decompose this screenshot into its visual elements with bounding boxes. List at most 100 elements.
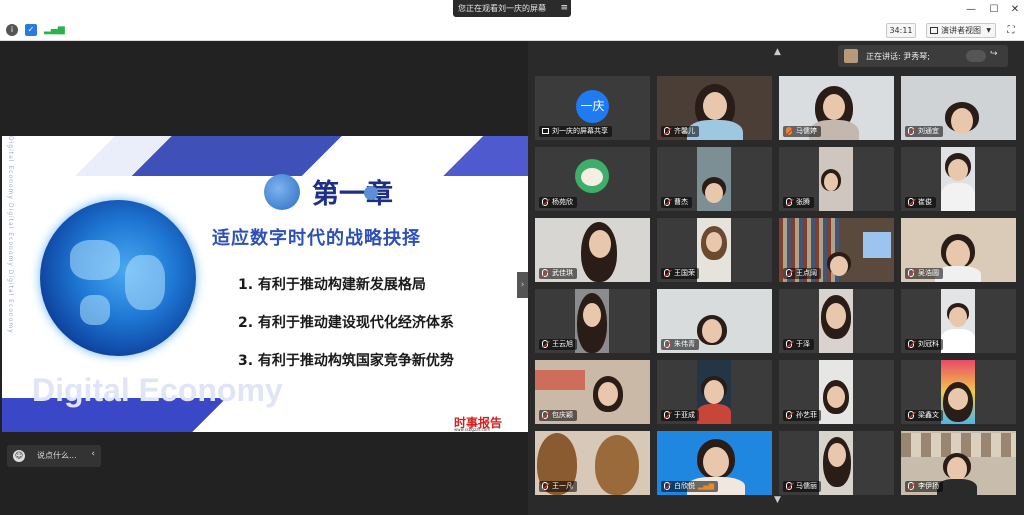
slide-subtitle: 适应数字时代的战略抉择 [212, 228, 421, 249]
mic-muted-icon [786, 411, 792, 419]
mic-muted-icon [542, 269, 548, 277]
participant-name: 武佳琪 [552, 269, 573, 277]
participant-name: 刘一庆的屏幕共享 [552, 127, 608, 135]
shared-slide: Digital Economy Digital Economy Digital … [2, 136, 528, 432]
participant-name: 梁鑫文 [918, 411, 939, 419]
mic-muted-icon [542, 411, 548, 419]
participant-name: 刘通宜 [918, 127, 939, 135]
slide-side-text: Digital Economy Digital Economy Digital … [7, 136, 14, 334]
participant-name: 马儒丽 [796, 482, 817, 490]
meeting-toolbar: i ✓ ▂▄▆ 34:11 演讲者视图 ▼ ⛶ [0, 20, 1024, 41]
screen-share-banner[interactable]: 您正在观看刘一庆的屏幕 ≡ [453, 0, 571, 17]
mic-muted-icon [664, 198, 670, 206]
participant-tile[interactable]: 王国荣 [657, 218, 772, 282]
participant-tile[interactable]: 刘冠科 [901, 289, 1016, 353]
participant-name: 吴浩圆 [918, 269, 939, 277]
participant-name: 朱伟青 [674, 340, 695, 348]
participant-name: 王点阔 [796, 269, 817, 277]
participant-name: 王国荣 [674, 269, 695, 277]
speaker-label: 正在讲话: 尹秀琴; [866, 52, 930, 61]
participant-tile[interactable]: 曹杰 [657, 147, 772, 211]
info-icon[interactable]: i [6, 24, 18, 36]
view-mode-dropdown[interactable]: 演讲者视图 ▼ [926, 23, 996, 38]
screen-share-icon [542, 128, 549, 134]
slide-point-2: 2. 有利于推动建设现代化经济体系 [238, 315, 454, 331]
participant-tile[interactable]: 王点阔 [779, 218, 894, 282]
maximize-icon[interactable]: ☐ [987, 3, 1001, 17]
mic-muted-icon [664, 269, 670, 277]
participant-name: 王云旭 [552, 340, 573, 348]
mic-muted-icon [908, 340, 914, 348]
fullscreen-icon[interactable]: ⛶ [1004, 23, 1018, 38]
chevron-left-icon[interactable]: ‹ [91, 449, 95, 459]
mic-muted-icon [542, 340, 548, 348]
chapter-title: 第一章 [312, 179, 393, 210]
participant-tile[interactable]: 于泽 [779, 289, 894, 353]
close-icon[interactable]: ✕ [1008, 3, 1022, 17]
participant-tile[interactable]: 王一凡 [535, 431, 650, 495]
menu-icon[interactable]: ≡ [560, 0, 568, 17]
participant-tile[interactable]: 吴浩圆 [901, 218, 1016, 282]
slide-top-band [2, 136, 528, 176]
signal-icon[interactable]: ▂▄▆ [44, 24, 65, 36]
scroll-up-icon[interactable]: ▲ [774, 47, 781, 57]
participant-name: 张腾 [796, 198, 810, 206]
participant-name: 白欣悦 [674, 482, 695, 490]
participant-tile[interactable]: 包庆颖 [535, 360, 650, 424]
mic-muted-icon [908, 198, 914, 206]
share-icon[interactable]: ↪ [990, 49, 998, 59]
participant-tile[interactable]: 杨苑欣 [535, 147, 650, 211]
participant-tile[interactable]: 朱伟青 [657, 289, 772, 353]
meeting-timer: 34:11 [886, 23, 916, 38]
slide-point-3: 3. 有利于推动构筑国家竞争新优势 [238, 353, 454, 369]
mic-muted-icon [786, 198, 792, 206]
speaking-indicator: 正在讲话: 尹秀琴; ↪ [838, 45, 1008, 67]
minimize-icon[interactable]: — [964, 3, 978, 17]
participant-tile[interactable]: 白欣悦 ▂▄▆ [657, 431, 772, 495]
participant-tile[interactable]: 张腾 [779, 147, 894, 211]
scroll-down-icon[interactable]: ▼ [774, 495, 781, 505]
participant-name: 曹杰 [674, 198, 688, 206]
participant-name: 于亚成 [674, 411, 695, 419]
banner-text: 您正在观看刘一庆的屏幕 [458, 4, 546, 13]
participant-tile[interactable]: 崔俊 [901, 147, 1016, 211]
mic-muted-icon [908, 482, 914, 490]
slide-logo: 时事报告 www.ssbgzzs.com [454, 414, 502, 432]
participant-tile[interactable]: 梁鑫文 [901, 360, 1016, 424]
participant-name: 刘冠科 [918, 340, 939, 348]
chat-placeholder: 说点什么... [37, 451, 77, 460]
participant-tile[interactable]: 刘通宜 [901, 76, 1016, 140]
chat-input[interactable]: ☺ 说点什么... ‹ [7, 445, 101, 467]
mic-muted-icon [664, 127, 670, 135]
participant-tile[interactable]: 王云旭 [535, 289, 650, 353]
mic-muted-icon [786, 482, 792, 490]
participant-tile[interactable]: 武佳琪 [535, 218, 650, 282]
participant-tile[interactable]: 李伊扬 [901, 431, 1016, 495]
chevron-down-icon: ▼ [986, 27, 991, 34]
participant-tile[interactable]: 孙艺菲 [779, 360, 894, 424]
participant-tile[interactable]: 于亚成 [657, 360, 772, 424]
mic-muted-icon [664, 482, 670, 490]
mic-muted-icon [908, 269, 914, 277]
participant-name: 包庆颖 [552, 411, 573, 419]
view-mode-label: 演讲者视图 [941, 26, 981, 35]
avatar-badge-icon [786, 127, 792, 135]
participant-avatar: 一庆 [576, 90, 609, 123]
participant-name: 于泽 [796, 340, 810, 348]
layout-icon [930, 27, 938, 34]
shield-icon[interactable]: ✓ [25, 24, 37, 36]
participant-tile[interactable]: 马儒婷 [779, 76, 894, 140]
mic-muted-icon [786, 269, 792, 277]
speaker-toggle[interactable] [966, 50, 986, 62]
participant-tile[interactable]: 齐馨儿 [657, 76, 772, 140]
participant-name: 马儒婷 [796, 127, 817, 135]
mic-muted-icon [786, 340, 792, 348]
emoji-icon[interactable]: ☺ [13, 450, 25, 462]
slide-watermark: Digital Economy [32, 372, 283, 408]
participant-name: 齐馨儿 [674, 127, 695, 135]
participant-avatar [575, 159, 609, 193]
logo-url: www.ssbgzzs.com [454, 427, 491, 432]
participant-tile[interactable]: 一庆 刘一庆的屏幕共享 [535, 76, 650, 140]
participant-tile[interactable]: 马儒丽 [779, 431, 894, 495]
collapse-panel-button[interactable]: › [517, 272, 528, 298]
